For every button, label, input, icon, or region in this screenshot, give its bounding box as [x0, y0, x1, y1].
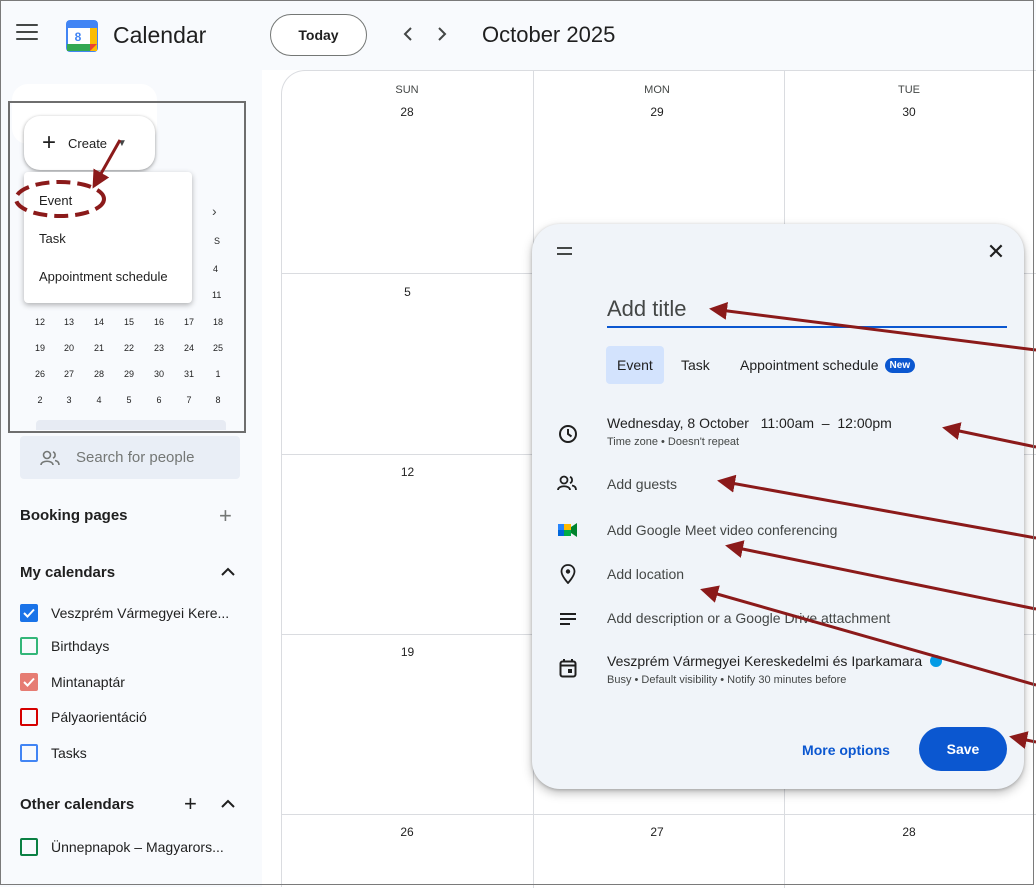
checkbox-icon[interactable]	[20, 637, 38, 655]
description-icon	[556, 607, 580, 631]
calendar-item-label: Pályaorientáció	[51, 709, 147, 725]
search-people-placeholder: Search for people	[76, 449, 195, 466]
create-menu-item-event[interactable]: Event	[39, 193, 72, 208]
google-meet-icon	[556, 518, 580, 542]
drag-handle-icon[interactable]	[557, 247, 572, 259]
top-bar: 8 Calendar Today October 2025	[0, 0, 1036, 70]
day-number[interactable]: 30	[869, 105, 949, 119]
calendar-icon	[556, 656, 580, 680]
app-title: Calendar	[113, 22, 207, 48]
checkbox-icon[interactable]	[20, 838, 38, 856]
calendar-item[interactable]: Tasks	[20, 742, 87, 764]
calendar-item[interactable]: Veszprém Vármegyei Kere...	[20, 602, 229, 624]
previous-month-icon[interactable]	[396, 22, 420, 46]
add-guests-icon	[556, 471, 580, 495]
calendar-color-dot	[930, 655, 943, 667]
grid-divider	[282, 814, 1036, 815]
create-menu: Event Task Appointment schedule	[24, 172, 192, 303]
day-number[interactable]: 28	[869, 825, 949, 839]
checkbox-icon[interactable]	[20, 708, 38, 726]
calendar-item-label: Mintanaptár	[51, 674, 125, 690]
calendar-item[interactable]: Ünnepnapok – Magyarors...	[20, 836, 224, 858]
tab-appointment-label: Appointment schedule	[740, 357, 879, 373]
close-icon[interactable]: ✕	[984, 239, 1008, 264]
day-number[interactable]: 19	[282, 645, 533, 659]
event-calendar-sub[interactable]: Busy • Default visibility • Notify 30 mi…	[607, 674, 846, 686]
add-other-calendar-icon[interactable]: +	[184, 793, 197, 815]
logo-day: 8	[75, 30, 82, 44]
day-number[interactable]: 5	[282, 285, 533, 299]
day-number[interactable]: 12	[282, 465, 533, 479]
collapse-my-calendars-icon[interactable]	[221, 567, 235, 577]
checkbox-icon[interactable]	[20, 744, 38, 762]
add-guests-field[interactable]: Add guests	[607, 476, 677, 492]
booking-pages-title[interactable]: Booking pages	[20, 507, 128, 524]
event-datetime-sub[interactable]: Time zone • Doesn't repeat	[607, 436, 739, 448]
event-title-input[interactable]	[607, 292, 1007, 328]
location-pin-icon	[556, 562, 580, 586]
day-header: SUN	[395, 84, 419, 96]
add-booking-page-icon[interactable]: +	[219, 505, 232, 527]
event-calendar-name: Veszprém Vármegyei Kereskedelmi és Ipark…	[607, 653, 923, 669]
day-number[interactable]: 29	[617, 105, 697, 119]
day-number[interactable]: 26	[367, 825, 447, 839]
calendar-item-label: Tasks	[51, 745, 87, 761]
calendar-item[interactable]: Pályaorientáció	[20, 706, 147, 728]
main-menu-icon[interactable]	[16, 24, 38, 42]
my-calendars-title[interactable]: My calendars	[20, 564, 115, 581]
save-button[interactable]: Save	[919, 727, 1007, 771]
tab-appointment-schedule[interactable]: Appointment schedule New	[740, 346, 916, 384]
tab-task[interactable]: Task	[681, 346, 710, 384]
add-description-field[interactable]: Add description or a Google Drive attach…	[607, 610, 890, 626]
day-number[interactable]: 27	[617, 825, 697, 839]
add-location-field[interactable]: Add location	[607, 566, 684, 582]
other-calendars-title[interactable]: Other calendars	[20, 796, 134, 813]
create-menu-item-task[interactable]: Task	[39, 231, 66, 246]
day-number[interactable]: 28	[367, 105, 447, 119]
next-month-icon[interactable]	[430, 22, 454, 46]
event-datetime[interactable]: Wednesday, 8 October 11:00am – 12:00pm	[607, 415, 892, 431]
calendar-item-label: Veszprém Vármegyei Kere...	[51, 605, 230, 621]
people-icon	[40, 450, 60, 465]
event-calendar-select[interactable]: Veszprém Vármegyei Kereskedelmi és Ipark…	[607, 653, 943, 669]
today-button[interactable]: Today	[270, 14, 367, 56]
calendar-item[interactable]: Birthdays	[20, 635, 109, 657]
new-badge: New	[884, 357, 916, 373]
calendar-item-label: Birthdays	[51, 638, 110, 654]
checkbox-checked-icon[interactable]	[20, 673, 38, 691]
event-date: Wednesday, 8 October	[607, 415, 749, 431]
add-google-meet-button[interactable]: Add Google Meet video conferencing	[607, 522, 837, 538]
calendar-item[interactable]: Mintanaptár	[20, 671, 125, 693]
checkbox-checked-icon[interactable]	[20, 604, 38, 622]
search-people-input[interactable]: Search for people	[20, 436, 240, 479]
quick-event-dialog: ✕ Event Task Appointment schedule New We…	[532, 224, 1024, 789]
day-header: TUE	[898, 84, 920, 96]
calendar-item-label: Ünnepnapok – Magyarors...	[51, 839, 224, 855]
event-time: 11:00am – 12:00pm	[760, 415, 892, 431]
day-header: MON	[644, 84, 670, 96]
month-title: October 2025	[482, 22, 616, 47]
more-options-button[interactable]: More options	[791, 732, 901, 768]
tab-event[interactable]: Event	[606, 346, 664, 384]
create-menu-item-appointment[interactable]: Appointment schedule	[39, 269, 168, 284]
calendar-logo-icon: 8	[66, 20, 98, 52]
collapse-other-calendars-icon[interactable]	[221, 799, 235, 809]
clock-icon	[556, 422, 580, 446]
